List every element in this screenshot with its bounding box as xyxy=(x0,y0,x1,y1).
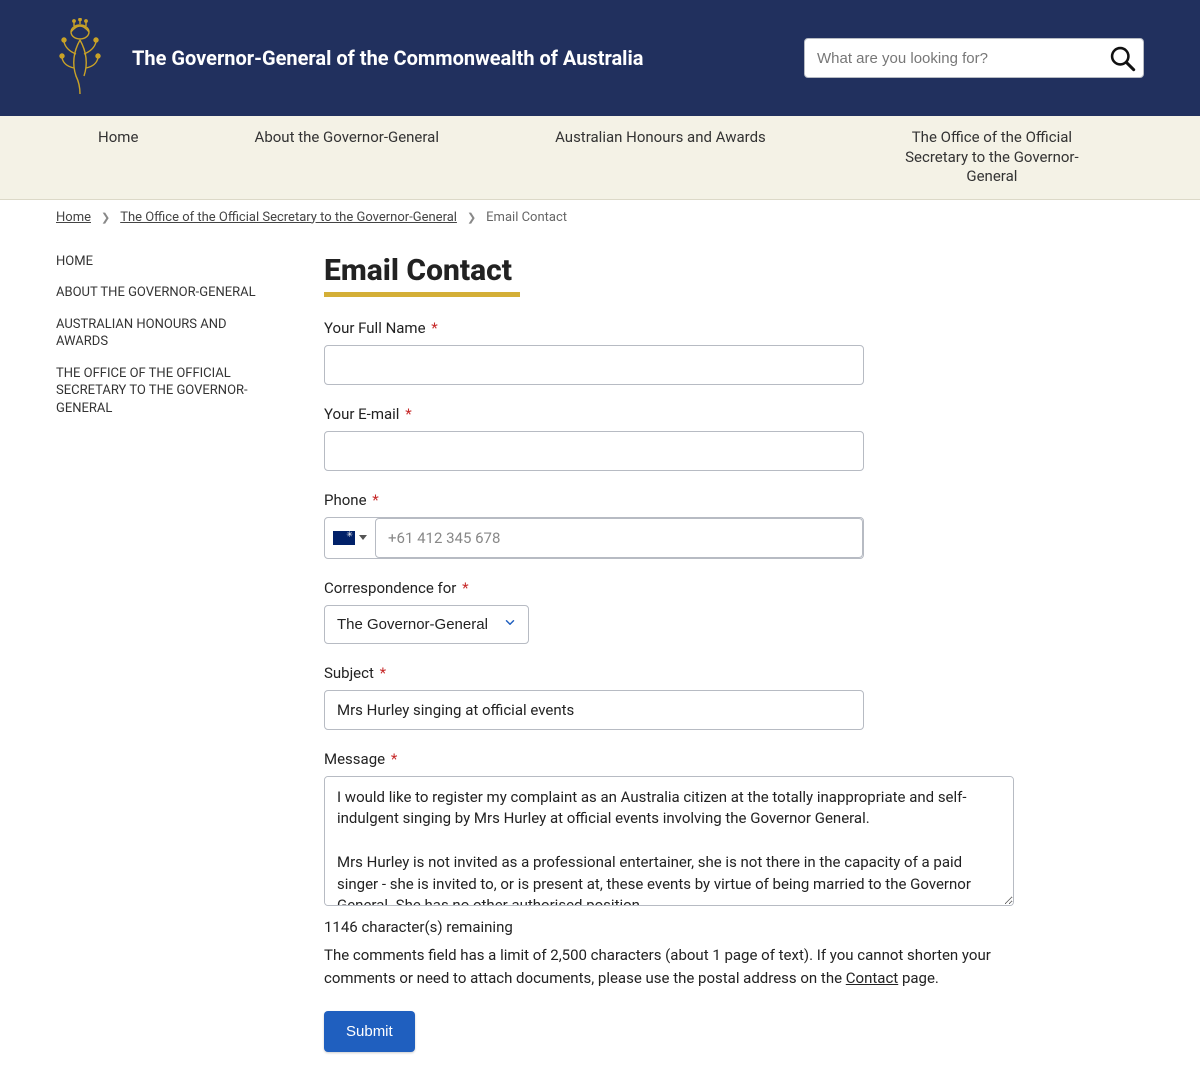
input-phone[interactable] xyxy=(375,518,863,558)
field-message: Message * xyxy=(324,750,1064,910)
field-full-name: Your Full Name * xyxy=(324,319,1064,385)
label-correspondence: Correspondence for * xyxy=(324,579,1064,597)
breadcrumb-parent[interactable]: The Office of the Official Secretary to … xyxy=(120,210,457,225)
chars-remaining: 1146 character(s) remaining xyxy=(324,916,1064,939)
site-header: The Governor-General of the Commonwealth… xyxy=(0,0,1200,116)
sidebar-item-about[interactable]: ABOUT THE GOVERNOR-GENERAL xyxy=(56,284,276,302)
field-phone: Phone * xyxy=(324,491,1064,559)
flag-au-icon xyxy=(333,531,355,545)
caret-down-icon xyxy=(359,535,367,540)
limit-helper-text: The comments field has a limit of 2,500 … xyxy=(324,944,1064,989)
search-input[interactable] xyxy=(804,38,1144,78)
label-email: Your E-mail * xyxy=(324,405,1064,423)
contact-link[interactable]: Contact xyxy=(846,969,898,987)
label-phone: Phone * xyxy=(324,491,1064,509)
submit-button[interactable]: Submit xyxy=(324,1011,415,1052)
phone-country-selector[interactable] xyxy=(325,518,375,558)
nav-home[interactable]: Home xyxy=(98,128,138,187)
breadcrumb-current: Email Contact xyxy=(486,210,567,225)
breadcrumb: Home ❯ The Office of the Official Secret… xyxy=(0,200,1200,235)
search-box xyxy=(804,38,1144,78)
page-title: Email Contact xyxy=(324,253,1064,288)
site-title: The Governor-General of the Commonwealth… xyxy=(132,46,776,70)
chevron-right-icon: ❯ xyxy=(467,211,476,224)
nav-office[interactable]: The Office of the Official Secretary to … xyxy=(882,128,1102,187)
search-icon[interactable] xyxy=(1108,44,1136,72)
label-subject: Subject * xyxy=(324,664,1064,682)
title-underline xyxy=(324,292,520,297)
sidebar-item-home[interactable]: HOME xyxy=(56,253,276,271)
sidebar-item-honours[interactable]: AUSTRALIAN HONOURS AND AWARDS xyxy=(56,316,276,351)
sidebar-nav: HOME ABOUT THE GOVERNOR-GENERAL AUSTRALI… xyxy=(56,253,276,432)
crest-logo xyxy=(56,18,104,98)
label-message: Message * xyxy=(324,750,1064,768)
field-correspondence: Correspondence for * The Governor-Genera… xyxy=(324,579,1064,644)
field-email: Your E-mail * xyxy=(324,405,1064,471)
input-email[interactable] xyxy=(324,431,864,471)
chevron-right-icon: ❯ xyxy=(101,211,110,224)
textarea-message[interactable] xyxy=(324,776,1014,906)
breadcrumb-home[interactable]: Home xyxy=(56,210,91,225)
sidebar-item-office[interactable]: THE OFFICE OF THE OFFICIAL SECRETARY TO … xyxy=(56,365,276,418)
main-content: Email Contact Your Full Name * Your E-ma… xyxy=(324,253,1064,1053)
select-correspondence[interactable]: The Governor-General xyxy=(324,605,529,644)
nav-about[interactable]: About the Governor-General xyxy=(255,128,439,187)
field-subject: Subject * xyxy=(324,664,1064,730)
input-full-name[interactable] xyxy=(324,345,864,385)
main-nav: Home About the Governor-General Australi… xyxy=(0,116,1200,200)
label-full-name: Your Full Name * xyxy=(324,319,1064,337)
nav-honours[interactable]: Australian Honours and Awards xyxy=(555,128,766,187)
input-subject[interactable] xyxy=(324,690,864,730)
